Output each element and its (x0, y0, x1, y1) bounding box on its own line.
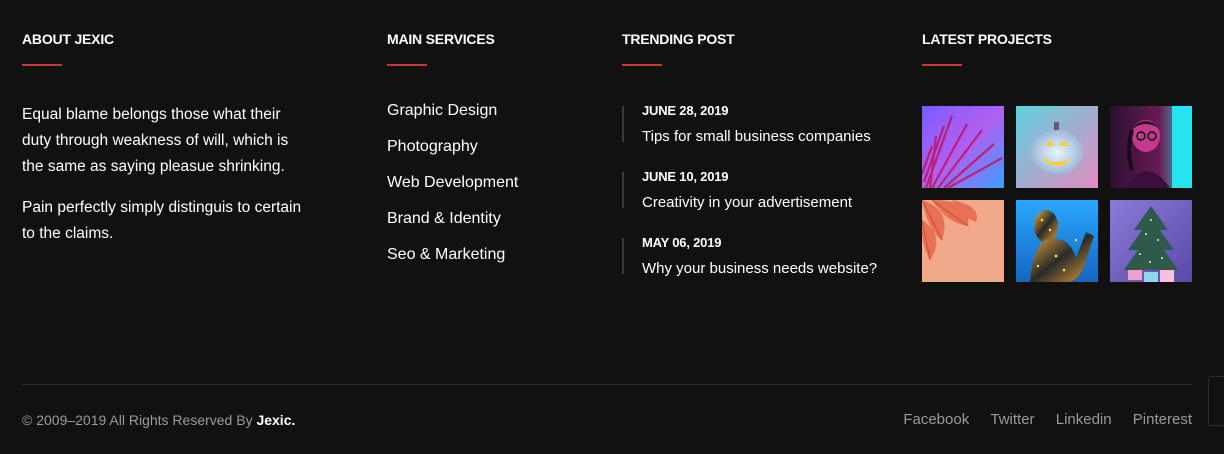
about-paragraph-2: Pain perfectly simply distinguis to cert… (22, 199, 302, 242)
social-link-pinterest[interactable]: Pinterest (1133, 411, 1192, 428)
about-column: ABOUT JEXIC Equal blame belongs those wh… (22, 30, 312, 262)
brand-link[interactable]: Jexic. (256, 412, 295, 428)
services-list: Graphic Design Photography Web Developme… (387, 101, 587, 265)
project-thumb-coral[interactable] (922, 200, 1004, 282)
project-thumb-tree[interactable] (1110, 200, 1192, 282)
social-link-twitter[interactable]: Twitter (990, 411, 1034, 428)
about-paragraph-1: Equal blame belongs those what their dut… (22, 106, 289, 175)
footer-divider (22, 384, 1192, 385)
project-thumb-portrait[interactable] (1110, 106, 1192, 188)
projects-heading: LATEST PROJECTS (922, 31, 1052, 47)
trending-post: MAY 06, 2019 Why your business needs web… (622, 235, 922, 277)
social-links: Facebook Twitter Linkedin Pinterest (886, 411, 1192, 429)
services-column: MAIN SERVICES Graphic Design Photography… (387, 30, 587, 281)
service-link-brand-identity[interactable]: Brand & Identity (387, 209, 587, 229)
about-heading-underline (22, 64, 62, 66)
project-thumb-leaves[interactable] (922, 106, 1004, 188)
trending-heading-underline (622, 64, 662, 66)
post-date: JUNE 28, 2019 (642, 103, 729, 118)
trending-column: TRENDING POST JUNE 28, 2019 Tips for sma… (622, 30, 902, 277)
about-heading: ABOUT JEXIC (22, 31, 114, 47)
services-heading: MAIN SERVICES (387, 31, 495, 47)
trending-post: JUNE 10, 2019 Creativity in your adverti… (622, 169, 922, 211)
post-title-link[interactable]: Tips for small business companies (642, 127, 922, 147)
service-link-graphic-design[interactable]: Graphic Design (387, 101, 587, 121)
service-link-seo-marketing[interactable]: Seo & Marketing (387, 245, 587, 265)
scroll-to-top-button[interactable] (1208, 376, 1224, 426)
social-link-facebook[interactable]: Facebook (903, 411, 969, 428)
post-date: MAY 06, 2019 (642, 235, 722, 250)
service-link-web-development[interactable]: Web Development (387, 173, 587, 193)
post-title-link[interactable]: Why your business needs website? (642, 259, 922, 279)
post-date: JUNE 10, 2019 (642, 169, 729, 184)
copyright: © 2009–2019 All Rights Reserved By Jexic… (22, 411, 295, 429)
trending-heading: TRENDING POST (622, 31, 735, 47)
project-thumb-glitter[interactable] (1016, 200, 1098, 282)
social-link-linkedin[interactable]: Linkedin (1056, 411, 1112, 428)
post-title-link[interactable]: Creativity in your advertisement (642, 193, 922, 213)
services-heading-underline (387, 64, 427, 66)
copyright-text: © 2009–2019 All Rights Reserved By (22, 412, 257, 428)
projects-heading-underline (922, 64, 962, 66)
trending-post: JUNE 28, 2019 Tips for small business co… (622, 103, 922, 145)
project-thumb-pumpkin[interactable] (1016, 106, 1098, 188)
projects-column: LATEST PROJECTS (922, 30, 1202, 282)
about-text: Equal blame belongs those what their dut… (22, 102, 312, 247)
service-link-photography[interactable]: Photography (387, 137, 587, 157)
